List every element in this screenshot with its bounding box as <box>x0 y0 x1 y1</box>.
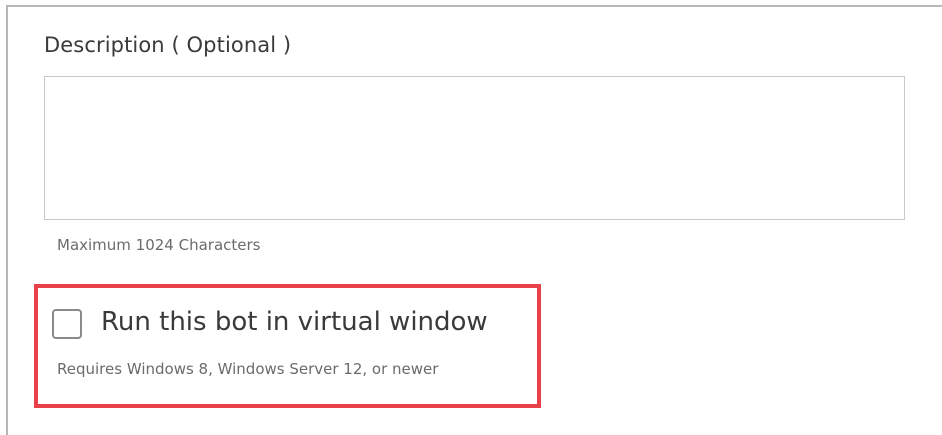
description-label: Description ( Optional ) <box>44 33 292 57</box>
virtual-window-requirement-hint: Requires Windows 8, Windows Server 12, o… <box>57 360 439 378</box>
virtual-window-checkbox-label[interactable]: Run this bot in virtual window <box>101 307 488 337</box>
description-max-length-hint: Maximum 1024 Characters <box>57 236 261 254</box>
virtual-window-checkbox[interactable] <box>52 309 82 339</box>
highlight-annotation-box <box>34 284 541 408</box>
description-textarea[interactable] <box>44 76 905 220</box>
